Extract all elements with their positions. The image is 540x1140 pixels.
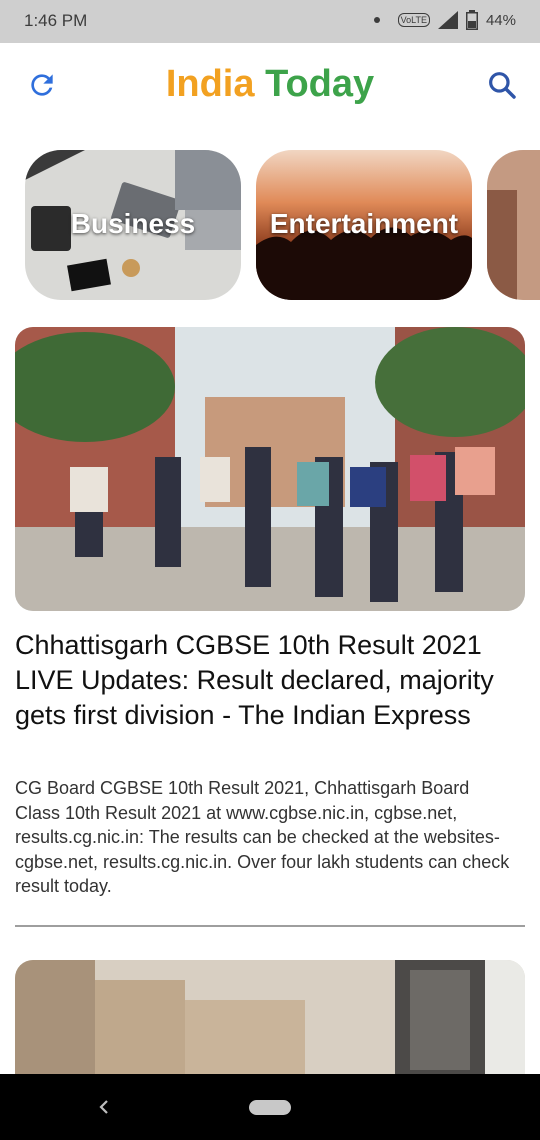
status-icons: VoLTE 44%	[373, 10, 516, 30]
battery-percent: 44%	[485, 11, 516, 29]
article-divider	[15, 925, 525, 927]
home-pill-icon[interactable]	[249, 1100, 291, 1115]
back-icon[interactable]	[96, 1096, 112, 1118]
category-card-business[interactable]: Business	[25, 150, 241, 300]
category-label-entertainment: Entertainment	[269, 208, 459, 239]
app-title-part2: Today	[265, 63, 375, 105]
article-summary: CG Board CGBSE 10th Result 2021, Chhatti…	[15, 778, 510, 896]
article-image[interactable]	[15, 327, 525, 611]
search-icon[interactable]	[486, 69, 518, 101]
status-time: 1:46 PM	[24, 11, 88, 30]
category-label-business: Business	[70, 208, 196, 239]
signal-icon	[437, 11, 458, 29]
battery-icon	[465, 10, 478, 30]
category-strip[interactable]: Business Entertainment	[0, 150, 540, 300]
category-card-entertainment[interactable]: Entertainment	[256, 150, 472, 300]
category-image-partial	[487, 150, 540, 300]
app-title-part1: India	[165, 63, 255, 105]
notification-dot-icon	[373, 17, 380, 23]
app-bar: India Today	[0, 43, 540, 131]
volte-icon: VoLTE	[397, 13, 430, 27]
students-celebrating-image	[15, 327, 525, 611]
article-headline[interactable]: Chhattisgarh CGBSE 10th Result 2021 LIVE…	[15, 628, 515, 733]
navigation-bar	[0, 1074, 540, 1140]
category-card-partial[interactable]	[487, 150, 540, 300]
app-title: India Today	[0, 63, 540, 106]
status-bar: 1:46 PM VoLTE 44%	[0, 0, 540, 43]
